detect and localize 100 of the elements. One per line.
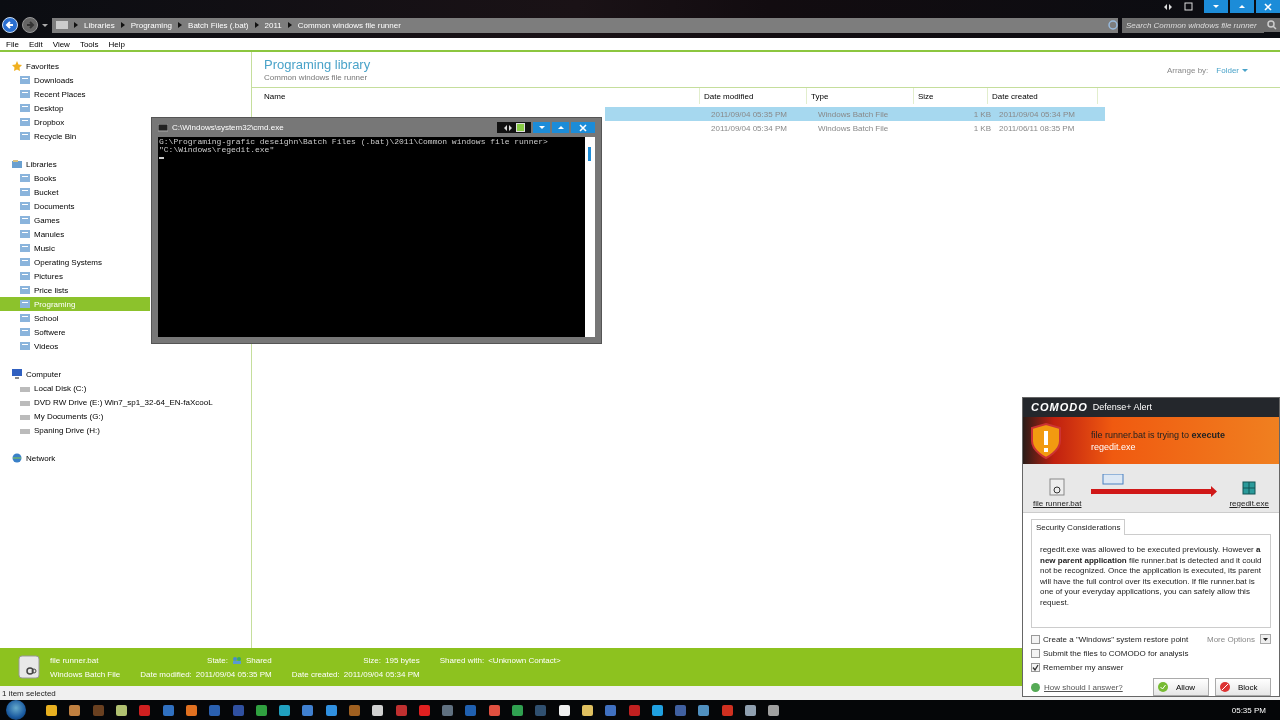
sidebar-item[interactable]: Recent Places: [0, 87, 150, 101]
sidebar-item[interactable]: Games: [0, 213, 150, 227]
menu-item[interactable]: Tools: [79, 39, 99, 49]
minimize-icon: [537, 123, 546, 132]
sidebar-item[interactable]: School: [0, 311, 150, 325]
tab[interactable]: Security Considerations: [1031, 519, 1126, 535]
close-button[interactable]: [571, 122, 595, 133]
menu-item[interactable]: Help: [108, 39, 126, 49]
address-bar[interactable]: Libraries Programing Batch Files (.bat) 2011 Common windows file runner: [52, 17, 1118, 33]
close-button[interactable]: [1256, 0, 1280, 13]
app-icon[interactable]: [185, 704, 197, 716]
sidebar-item[interactable]: Price lists: [0, 283, 150, 297]
sidebar-item[interactable]: Recycle Bin: [0, 129, 150, 143]
library-icon: [20, 271, 30, 281]
app-icon[interactable]: [279, 704, 291, 716]
app-icon[interactable]: [651, 704, 663, 716]
app-icon[interactable]: [69, 704, 81, 716]
window-icon[interactable]: [515, 123, 525, 132]
sidebar-group[interactable]: Network: [26, 453, 56, 463]
detail-label: State:: [207, 655, 228, 665]
block-button[interactable]: Block: [1215, 678, 1271, 696]
sidebar-item[interactable]: Bucket: [0, 185, 150, 199]
resize-icon[interactable]: [503, 124, 512, 131]
sidebar-item[interactable]: Music: [0, 241, 150, 255]
help-link[interactable]: How should I answer?: [1044, 682, 1123, 692]
start-button[interactable]: [6, 700, 26, 720]
clock: 05:35 PM: [1230, 705, 1267, 715]
column-header[interactable]: Size: [914, 88, 988, 104]
checkbox[interactable]: [1031, 662, 1040, 672]
breadcrumb[interactable]: Libraries: [84, 20, 115, 30]
library-icon: [20, 243, 30, 253]
app-icon[interactable]: [372, 704, 384, 716]
window-icon[interactable]: [1184, 2, 1194, 11]
breadcrumb[interactable]: Programing: [130, 20, 173, 30]
sidebar-item[interactable]: Downloads: [0, 73, 150, 87]
sidebar-item[interactable]: Videos: [0, 339, 150, 353]
app-icon[interactable]: [512, 704, 524, 716]
file-row[interactable]: 2011/09/04 05:34 PM Windows Batch File 1 KB 2011/06/11 08:35 PM: [605, 121, 1105, 135]
app-icon[interactable]: [558, 704, 570, 716]
star-icon: [12, 61, 22, 71]
window-title: C:\Windows\system32\cmd.exe: [172, 123, 284, 132]
sidebar-item[interactable]: Desktop: [0, 101, 150, 115]
sidebar-item[interactable]: My Documents (G:): [0, 409, 150, 423]
column-header[interactable]: Type: [807, 88, 914, 104]
breadcrumb[interactable]: Batch Files (.bat): [188, 20, 249, 30]
sidebar-group[interactable]: Computer: [26, 369, 62, 379]
breadcrumb[interactable]: 2011: [264, 20, 282, 30]
sidebar-item[interactable]: Spaning Drive (H:): [0, 423, 150, 437]
checkbox[interactable]: [1031, 634, 1040, 644]
app-icon[interactable]: [46, 704, 58, 716]
sidebar-item[interactable]: Documents: [0, 199, 150, 213]
column-header[interactable]: Date modified: [700, 88, 807, 104]
back-icon[interactable]: [2, 17, 18, 33]
app-icon[interactable]: [581, 704, 593, 716]
search-field[interactable]: Search Common windows file runner: [1122, 17, 1264, 33]
forward-icon[interactable]: [22, 17, 38, 33]
sidebar-item[interactable]: DVD RW Drive (E:) Win7_sp1_32-64_EN-faXcooL: [0, 395, 213, 409]
app-icon[interactable]: [325, 704, 337, 716]
app-icon[interactable]: [116, 704, 128, 716]
menu-item[interactable]: File: [6, 39, 19, 49]
folder-icon: [56, 21, 68, 29]
sidebar-item[interactable]: Books: [0, 171, 150, 185]
sidebar-item[interactable]: Dropbox: [0, 115, 150, 129]
sidebar-item[interactable]: Softwere: [0, 325, 150, 339]
column-header[interactable]: Name: [260, 88, 700, 104]
allow-button[interactable]: Allow: [1153, 678, 1209, 696]
library-icon: [20, 257, 30, 267]
sidebar-item[interactable]: Operating Systems: [0, 255, 150, 269]
app-icon[interactable]: [768, 704, 780, 716]
app-icon[interactable]: [745, 704, 757, 716]
resize-icon[interactable]: [1164, 2, 1172, 11]
caret-icon[interactable]: [42, 23, 48, 27]
sidebar-item[interactable]: Local Disk (C:): [0, 381, 150, 395]
more-options-label[interactable]: More Options: [1206, 634, 1255, 644]
scrollbar[interactable]: [585, 137, 595, 337]
alert-message: file runner.bat is trying to execute: [1091, 428, 1226, 441]
column-header[interactable]: Date created: [988, 88, 1098, 104]
chevron-icon: [120, 22, 125, 28]
checkbox[interactable]: [1031, 648, 1040, 658]
dropdown-button[interactable]: [1260, 634, 1271, 644]
app-icon[interactable]: [255, 704, 267, 716]
file-type: Windows Batch File: [50, 669, 122, 679]
menu-item[interactable]: Edit: [28, 39, 43, 49]
folder-icon: [20, 75, 30, 85]
table-cell-text: 1 KB: [972, 123, 992, 133]
target-link[interactable]: regedit.exe: [1229, 499, 1269, 508]
file-name: file runner.bat: [50, 655, 100, 665]
minimize-button[interactable]: [533, 122, 550, 133]
chevron-icon: [74, 22, 78, 28]
menu-item[interactable]: View: [52, 39, 70, 49]
sidebar-group[interactable]: Favorites: [26, 61, 59, 71]
breadcrumb[interactable]: Common windows file runner: [297, 20, 401, 30]
maximize-button[interactable]: [552, 122, 569, 133]
sidebar-item[interactable]: Manules: [0, 227, 150, 241]
source-link[interactable]: file runner.bat: [1033, 499, 1082, 508]
app-icon[interactable]: [698, 704, 710, 716]
table-cell-text: 1 KB: [972, 109, 992, 119]
sidebar-group[interactable]: Libraries: [26, 159, 57, 169]
sidebar-item[interactable]: Pictures: [0, 269, 150, 283]
table-cell-text: 2011/09/04 05:35 PM: [710, 109, 788, 119]
